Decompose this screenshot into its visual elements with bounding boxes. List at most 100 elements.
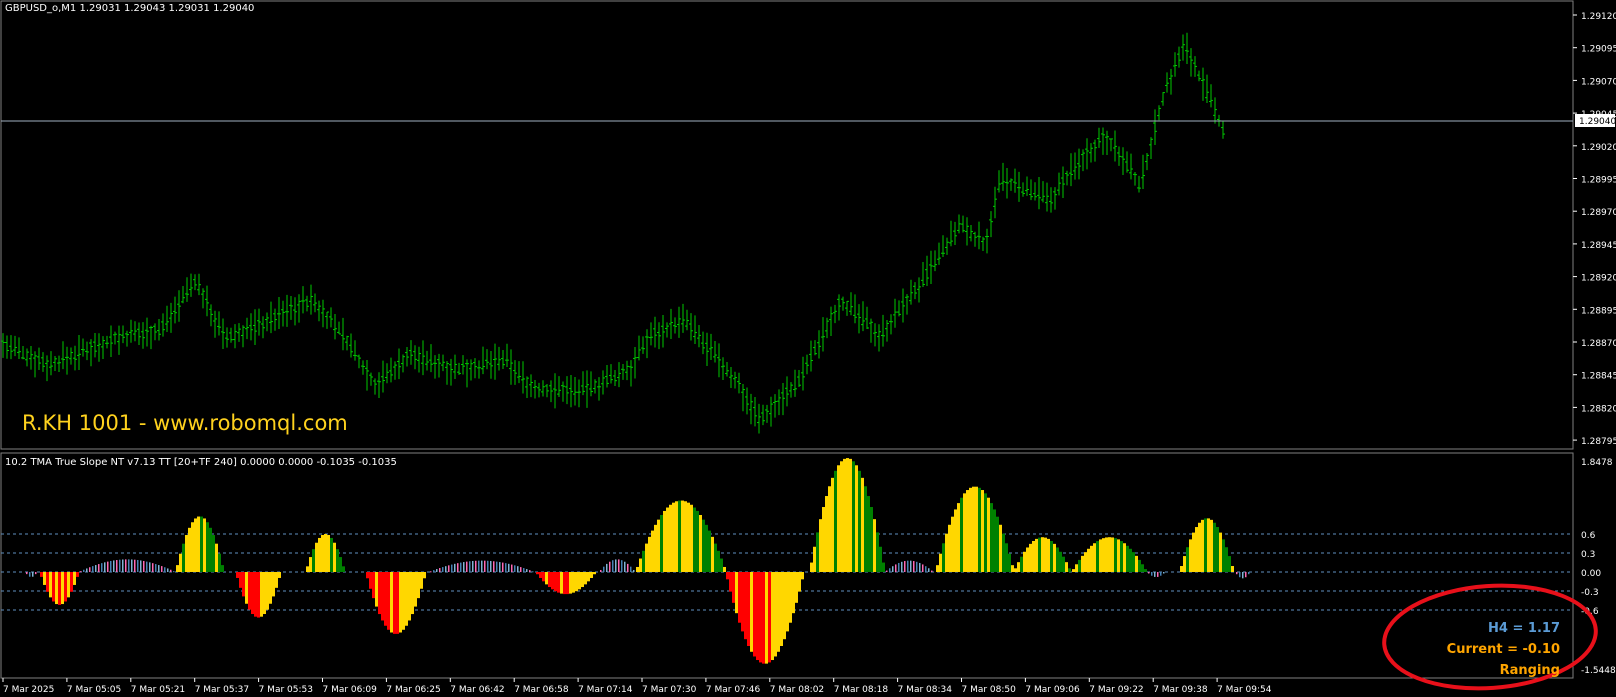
histogram-bar <box>1111 537 1114 572</box>
histogram-bar <box>1087 548 1090 572</box>
histogram-bar <box>1151 572 1153 576</box>
indicator-panel[interactable]: 10.2 TMA True Slope NT v7.13 TT [20+TF 2… <box>0 452 1616 695</box>
histogram-bar <box>35 572 37 575</box>
histogram-bar <box>396 572 399 634</box>
histogram-bar <box>1213 522 1216 572</box>
histogram-bar <box>957 503 960 572</box>
price-axis: 1.291201.290951.290701.290451.290201.289… <box>1573 12 1616 447</box>
trading-chart[interactable]: GBPUSD_o,M1 1.29031 1.29043 1.29031 1.29… <box>0 0 1616 697</box>
histogram-bar <box>666 507 669 572</box>
histogram-bar <box>648 536 651 572</box>
time-tick-label: 7 Mar 06:42 <box>450 685 504 695</box>
histogram-bar <box>609 561 611 572</box>
histogram-bar <box>777 572 780 652</box>
histogram-bar <box>1148 572 1150 574</box>
histogram-bar <box>898 562 900 572</box>
histogram-bar <box>517 566 519 572</box>
price-tick-label: 1.29020 <box>1581 143 1616 153</box>
histogram-bar <box>104 562 106 572</box>
histogram-bar <box>1062 556 1065 572</box>
histogram-bar <box>690 504 693 572</box>
histogram-bar <box>578 572 581 590</box>
histogram-bar <box>696 510 699 572</box>
histogram-bar <box>1014 568 1017 572</box>
histogram-bar <box>738 572 741 623</box>
histogram-bar <box>197 516 200 572</box>
histogram-bar <box>321 535 324 572</box>
histogram-bar <box>381 572 384 621</box>
histogram-bar <box>137 560 139 572</box>
histogram-bar <box>251 572 254 615</box>
histogram-bar <box>904 561 906 572</box>
histogram-bar <box>1210 519 1213 572</box>
price-tick-label: 1.29070 <box>1581 77 1616 87</box>
histogram-bar <box>735 572 738 614</box>
histogram-bar <box>523 568 525 572</box>
histogram-bar <box>1035 538 1038 572</box>
price-tick-label: 1.28820 <box>1581 404 1616 414</box>
indicator-panel-frame <box>0 452 1574 679</box>
histogram-bar <box>960 497 963 572</box>
histogram-bar <box>624 561 626 572</box>
histogram-bar <box>1189 539 1192 572</box>
histogram-bar <box>575 572 578 592</box>
histogram-bar <box>1026 547 1029 572</box>
histogram-bar <box>475 560 477 572</box>
histogram-bar <box>560 572 563 594</box>
histogram-bar <box>436 569 438 572</box>
histogram-bar <box>651 530 654 572</box>
time-tick-label: 7 Mar 2025 <box>3 685 54 695</box>
histogram-bar <box>1044 537 1047 572</box>
histogram-bar <box>910 560 912 572</box>
level-label: 0.3 <box>1581 550 1595 560</box>
histogram-bar <box>1120 541 1123 572</box>
histogram-bar <box>375 572 378 607</box>
histogram-bar <box>490 560 492 572</box>
histogram-bar <box>1011 565 1014 572</box>
histogram-bar <box>756 572 759 661</box>
histogram-bar <box>173 571 175 573</box>
histogram-bar <box>529 570 531 572</box>
histogram-bar <box>1099 539 1102 572</box>
histogram-bar <box>116 560 118 572</box>
histogram-bar <box>711 536 714 572</box>
histogram-bar <box>990 503 993 572</box>
histogram-bar <box>1239 572 1241 578</box>
histogram-bar <box>816 532 819 572</box>
time-axis: 7 Mar 2025 7 Mar 05:05 7 Mar 05:21 7 Mar 05… <box>2 678 1272 695</box>
histogram-bar <box>372 572 375 599</box>
histogram-bar <box>1005 543 1008 572</box>
histogram-bar <box>327 535 330 572</box>
histogram-bar <box>451 564 453 572</box>
histogram-bar <box>52 572 55 602</box>
histogram-bar <box>312 549 315 572</box>
status-state: Ranging <box>1500 663 1560 678</box>
histogram-bar <box>557 572 560 593</box>
histogram-bar <box>49 572 52 598</box>
time-tick-label: 7 Mar 06:25 <box>386 685 440 695</box>
histogram-bar <box>681 500 684 572</box>
histogram-bar <box>134 559 136 572</box>
histogram-bar <box>928 568 930 572</box>
time-tick-label: 7 Mar 09:06 <box>1025 685 1080 695</box>
histogram-bar <box>922 564 924 572</box>
histogram-bar <box>469 561 471 572</box>
histogram-bar <box>200 516 203 572</box>
histogram-bar <box>1135 555 1138 572</box>
histogram-bar <box>218 553 221 572</box>
histogram-bar <box>466 561 468 572</box>
histogram-bar <box>92 566 94 572</box>
histogram-bar <box>801 572 804 580</box>
histogram-bar <box>615 559 617 572</box>
histogram-bar <box>879 546 882 572</box>
price-tick-label: 1.28945 <box>1581 241 1616 251</box>
price-panel[interactable]: GBPUSD_o,M1 1.29031 1.29043 1.29031 1.29… <box>0 0 1616 450</box>
histogram-bar <box>1123 543 1126 572</box>
histogram-bar <box>939 553 942 572</box>
level-label: 0.00 <box>1581 569 1601 579</box>
histogram-bar <box>870 507 873 572</box>
histogram-bar <box>46 572 49 592</box>
histogram-bar <box>439 568 441 572</box>
histogram-bar <box>969 487 972 572</box>
histogram-bar <box>840 461 843 572</box>
